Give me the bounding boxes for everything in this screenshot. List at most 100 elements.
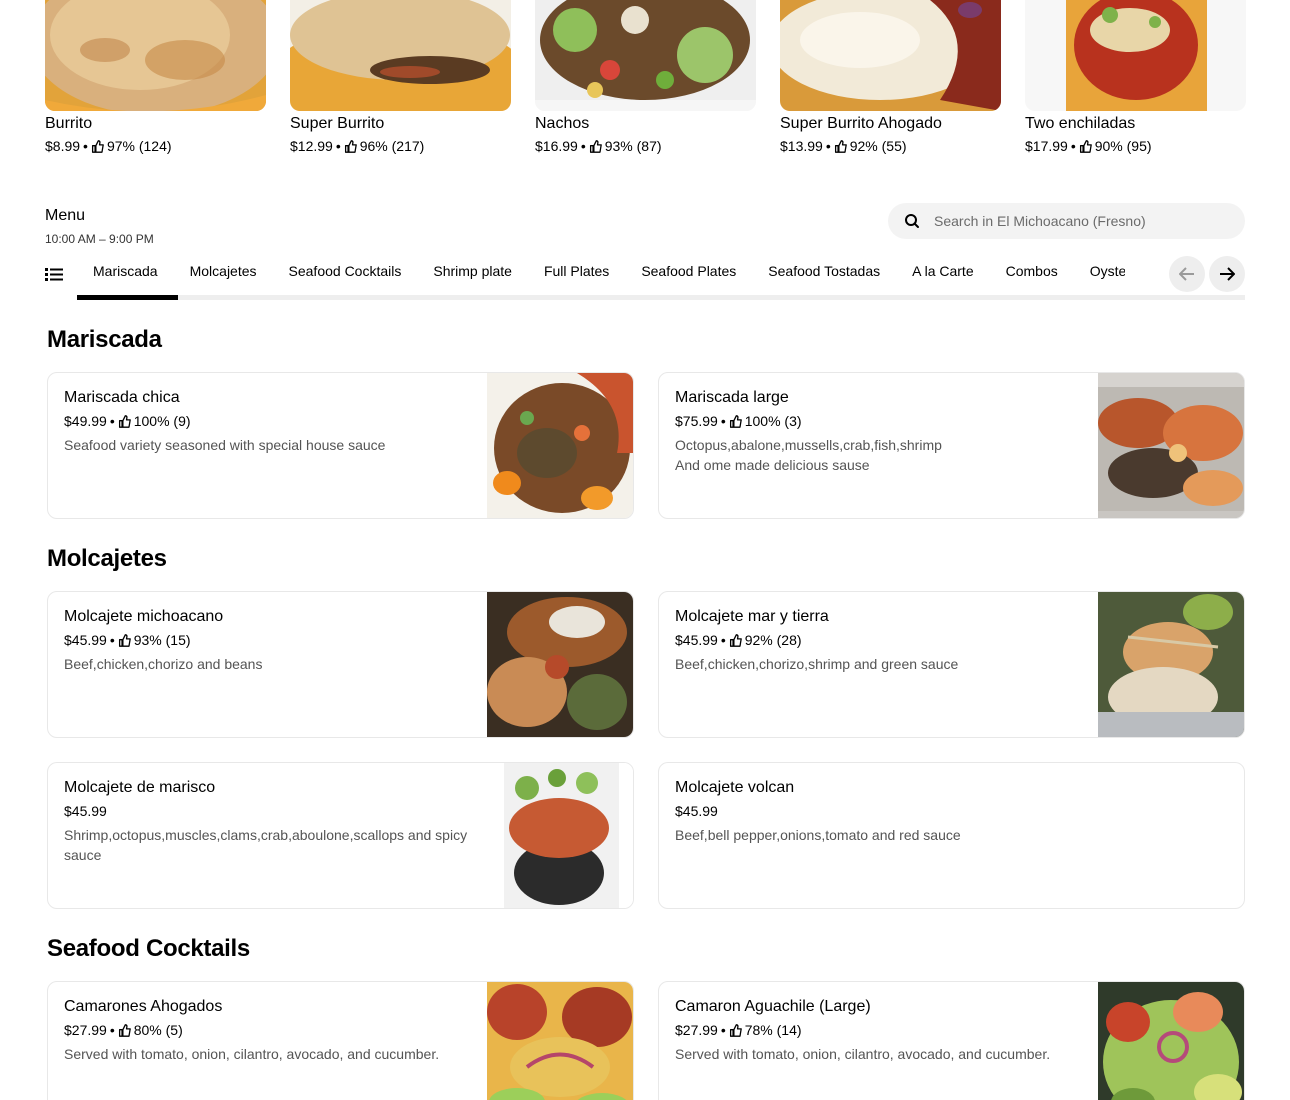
featured-item-meta: $12.99 • 96% (217) <box>290 136 511 156</box>
tab-mariscada[interactable]: Mariscada <box>77 252 174 295</box>
separator: • <box>83 138 88 154</box>
category-tabs: Mariscada Molcajetes Seafood Cocktails S… <box>45 252 1245 300</box>
featured-carousel: Burrito $8.99 • 97% (124) Super Burrito … <box>45 0 1246 160</box>
menu-item-card[interactable]: Mariscada chica $49.99 • 100% (9) Seafoo… <box>47 372 634 519</box>
menu-header: Menu 10:00 AM – 9:00 PM <box>45 205 154 247</box>
featured-item-image[interactable] <box>780 0 1001 111</box>
featured-item[interactable]: Super Burrito $12.99 • 96% (217) <box>290 0 511 160</box>
featured-item-title: Super Burrito <box>290 115 385 132</box>
menu-item-card[interactable]: Camarones Ahogados $27.99 • 80% (5) Serv… <box>47 981 634 1100</box>
tabs-track <box>77 295 1245 300</box>
arrow-right-icon <box>1220 267 1235 281</box>
menu-item-price: $45.99 <box>64 632 107 648</box>
featured-item[interactable]: Super Burrito Ahogado $13.99 • 92% (55) <box>780 0 1001 160</box>
section-title-seafood-cocktails: Seafood Cocktails <box>47 935 250 962</box>
menu-search[interactable] <box>888 203 1245 239</box>
separator: • <box>109 413 115 429</box>
featured-item-image[interactable] <box>535 0 756 111</box>
tab-seafood-plates[interactable]: Seafood Plates <box>625 252 752 295</box>
featured-item-price: $12.99 <box>290 138 333 154</box>
tab-seafood-tostadas[interactable]: Seafood Tostadas <box>752 252 896 295</box>
menu-item-name: Molcajete mar y tierra <box>675 608 829 625</box>
separator: • <box>825 138 831 154</box>
menu-item-rating: 78% (14) <box>744 1022 802 1038</box>
tab-oysters[interactable]: Oysters <box>1074 252 1125 295</box>
menu-item-price: $27.99 <box>64 1022 107 1038</box>
menu-item-card[interactable]: Molcajete volcan $45.99 Beef,bell pepper… <box>658 762 1245 909</box>
featured-item-title: Two enchiladas <box>1025 115 1136 132</box>
featured-item[interactable]: Nachos $16.99 • 93% (87) <box>535 0 756 160</box>
featured-item-title: Nachos <box>535 115 590 132</box>
menu-item-rating: 100% (9) <box>133 413 191 429</box>
featured-item-image[interactable] <box>290 0 511 111</box>
menu-item-description: Served with tomato, onion, cilantro, avo… <box>675 1046 1051 1062</box>
menu-item-description: Beef,chicken,chorizo and beans <box>64 656 263 672</box>
menu-item-description: Shrimp,octopus,muscles,clams,crab,aboulo… <box>64 827 468 863</box>
active-tab-indicator <box>77 295 178 300</box>
featured-item-price: $8.99 <box>45 138 81 154</box>
thumbs-up-icon <box>118 1023 131 1037</box>
menu-hours: 10:00 AM – 9:00 PM <box>45 232 154 246</box>
featured-item-meta: $16.99 • 93% (87) <box>535 136 756 156</box>
menu-item-description: Seafood variety seasoned with special ho… <box>64 437 386 453</box>
tab-molcajetes[interactable]: Molcajetes <box>174 252 273 295</box>
menu-item-meta: $27.99 • 78% (14) <box>675 1020 1085 1040</box>
featured-item-meta: $17.99 • 90% (95) <box>1025 136 1246 156</box>
featured-item[interactable]: Two enchiladas $17.99 • 90% (95) <box>1025 0 1246 160</box>
search-icon <box>905 214 919 228</box>
menu-item-rating: 80% (5) <box>133 1022 183 1038</box>
featured-item[interactable]: Burrito $8.99 • 97% (124) <box>45 0 266 160</box>
separator: • <box>335 138 341 154</box>
featured-item-price: $17.99 <box>1025 138 1068 154</box>
tabs-next-button[interactable] <box>1209 256 1245 292</box>
menu-item-name: Mariscada large <box>675 389 789 406</box>
tab-a-la-carte[interactable]: A la Carte <box>896 252 989 295</box>
tab-full-plates[interactable]: Full Plates <box>528 252 625 295</box>
tabs-prev-button[interactable] <box>1169 256 1205 292</box>
list-icon[interactable] <box>45 266 63 282</box>
menu-item-name: Molcajete volcan <box>675 779 795 796</box>
tab-shrimp-plate[interactable]: Shrimp plate <box>417 252 528 295</box>
menu-item-image <box>487 373 633 518</box>
menu-item-price: $45.99 <box>64 803 107 819</box>
separator: • <box>1070 138 1076 154</box>
menu-item-price: $49.99 <box>64 413 107 429</box>
menu-item-meta: $49.99 • 100% (9) <box>64 411 474 431</box>
thumbs-up-icon <box>118 633 131 647</box>
thumbs-up-icon <box>729 633 742 647</box>
tab-seafood-cocktails[interactable]: Seafood Cocktails <box>273 252 418 295</box>
section-title-mariscada: Mariscada <box>47 326 162 353</box>
separator: • <box>720 632 726 648</box>
menu-item-price: $45.99 <box>675 632 718 648</box>
menu-item-image <box>1098 982 1244 1100</box>
menu-title: Menu <box>45 207 86 224</box>
menu-item-card[interactable]: Molcajete michoacano $45.99 • 93% (15) B… <box>47 591 634 738</box>
thumbs-up-icon <box>344 139 357 153</box>
menu-item-meta: $45.99 <box>64 801 474 821</box>
menu-item-meta: $45.99 • 92% (28) <box>675 630 1085 650</box>
tab-row: Mariscada Molcajetes Seafood Cocktails S… <box>77 252 1125 295</box>
featured-item-rating: 92% (55) <box>849 138 907 154</box>
featured-item-meta: $13.99 • 92% (55) <box>780 136 1001 156</box>
featured-item-image[interactable] <box>1025 0 1246 111</box>
menu-item-rating: 92% (28) <box>744 632 802 648</box>
separator: • <box>720 413 726 429</box>
menu-item-card[interactable]: Molcajete de marisco $45.99 Shrimp,octop… <box>47 762 634 909</box>
menu-item-card[interactable]: Mariscada large $75.99 • 100% (3) Octopu… <box>658 372 1245 519</box>
menu-item-card[interactable]: Camaron Aguachile (Large) $27.99 • 78% (… <box>658 981 1245 1100</box>
featured-item-image[interactable] <box>45 0 266 111</box>
menu-item-card[interactable]: Molcajete mar y tierra $45.99 • 92% (28)… <box>658 591 1245 738</box>
featured-item-rating: 90% (95) <box>1094 138 1152 154</box>
featured-item-title: Burrito <box>45 115 93 132</box>
featured-item-title: Super Burrito Ahogado <box>780 115 942 132</box>
menu-item-price: $45.99 <box>675 803 718 819</box>
menu-item-image <box>1098 592 1244 737</box>
menu-item-name: Camarones Ahogados <box>64 998 223 1015</box>
search-input[interactable] <box>934 213 1224 229</box>
tab-combos[interactable]: Combos <box>990 252 1074 295</box>
featured-item-rating: 97% (124) <box>106 138 172 154</box>
thumbs-up-icon <box>729 1023 742 1037</box>
menu-item-price: $27.99 <box>675 1022 718 1038</box>
menu-item-description: Served with tomato, onion, cilantro, avo… <box>64 1046 440 1062</box>
section-title-molcajetes: Molcajetes <box>47 545 167 572</box>
